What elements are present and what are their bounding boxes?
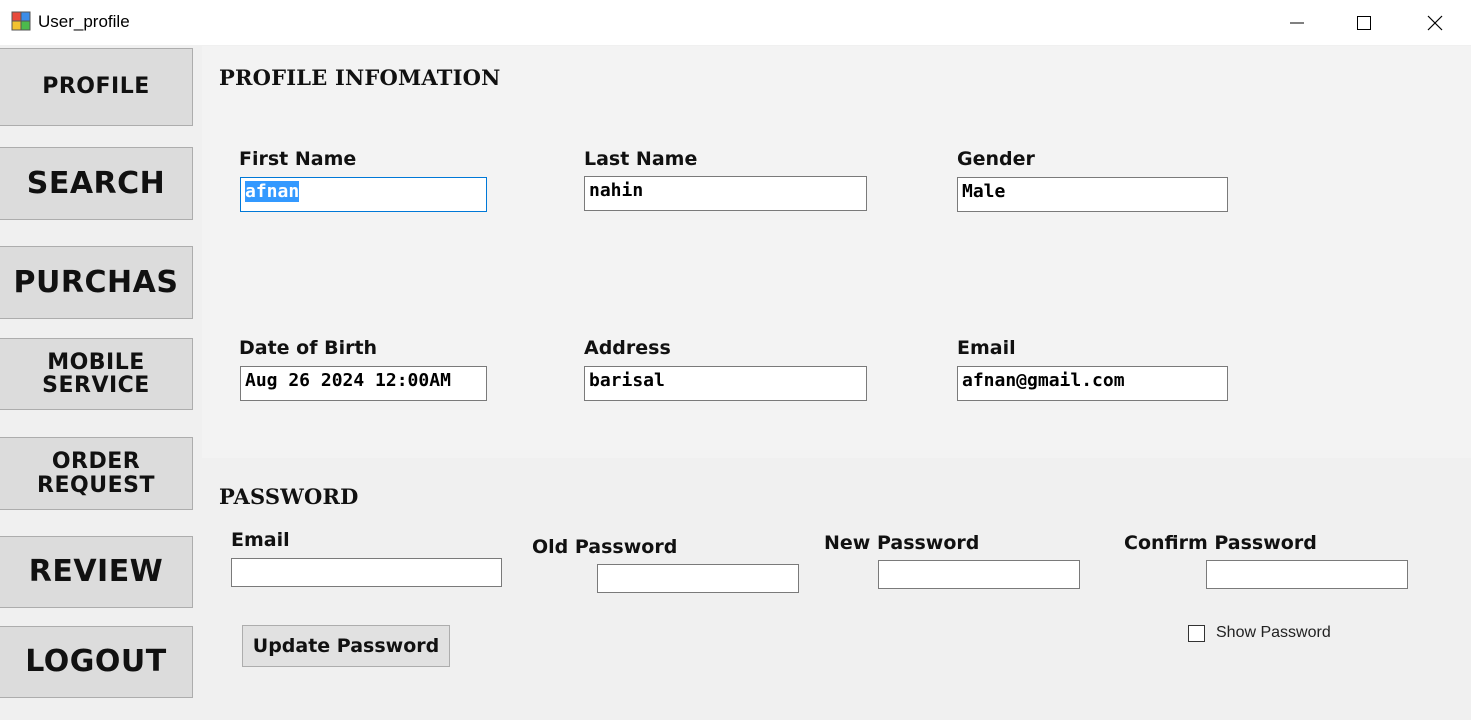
confirm-password-label: Confirm Password: [1124, 532, 1317, 554]
window-title: User_profile: [38, 12, 130, 31]
last-name-label: Last Name: [584, 148, 698, 170]
old-password-label: Old Password: [532, 536, 678, 558]
sidebar-item-label: ORDER: [51, 449, 141, 475]
close-icon: [1427, 15, 1443, 30]
dob-label: Date of Birth: [239, 337, 378, 359]
address-label: Address: [584, 337, 671, 359]
sidebar-item-label: MOBILE: [47, 349, 145, 375]
address-field[interactable]: barisal: [584, 366, 867, 401]
sidebar-item-purchas[interactable]: PURCHAS: [0, 246, 193, 319]
show-password-checkbox[interactable]: [1188, 625, 1205, 642]
sidebar-item-label: SERVICE: [42, 373, 150, 398]
sidebar-item-profile[interactable]: PROFILE: [0, 48, 193, 126]
last-name-field[interactable]: nahin: [584, 176, 867, 211]
profile-section-title: PROFILE INFOMATION: [219, 65, 501, 90]
password-email-label: Email: [231, 529, 290, 551]
password-section-title: PASSWORD: [219, 484, 359, 509]
sidebar-item-mobile-service[interactable]: MOBILE SERVICE: [0, 338, 193, 410]
sidebar-item-label: REQUEST: [37, 472, 155, 498]
email-label: Email: [957, 337, 1016, 359]
minimize-button[interactable]: [1267, 0, 1327, 45]
sidebar-item-label: SEARCH: [26, 165, 166, 201]
first-name-field[interactable]: afnan: [240, 177, 487, 212]
title-bar[interactable]: User_profile: [0, 0, 1471, 45]
gender-field[interactable]: Male: [957, 177, 1228, 212]
maximize-icon: [1357, 15, 1371, 30]
old-password-input[interactable]: [597, 564, 799, 593]
sidebar-item-order-request[interactable]: ORDER REQUEST: [0, 437, 193, 510]
first-name-value: afnan: [245, 181, 300, 202]
show-password-label[interactable]: Show Password: [1216, 624, 1331, 642]
maximize-button[interactable]: [1334, 0, 1394, 45]
new-password-input[interactable]: [878, 560, 1080, 589]
password-email-input[interactable]: [231, 558, 502, 587]
sidebar-item-label: REVIEW: [28, 554, 164, 590]
minimize-icon: [1290, 22, 1304, 23]
sidebar-item-label: PROFILE: [42, 74, 150, 100]
sidebar-item-label: LOGOUT: [25, 644, 167, 680]
email-field[interactable]: afnan@gmail.com: [957, 366, 1228, 401]
dob-field[interactable]: Aug 26 2024 12:00AM: [240, 366, 487, 401]
app-window-icon: [11, 11, 31, 31]
close-button[interactable]: [1405, 0, 1465, 45]
sidebar-item-label: PURCHAS: [13, 264, 179, 300]
first-name-label: First Name: [239, 148, 357, 170]
gender-label: Gender: [957, 148, 1035, 170]
sidebar-item-logout[interactable]: LOGOUT: [0, 626, 193, 698]
new-password-label: New Password: [824, 532, 980, 554]
update-password-button[interactable]: Update Password: [242, 625, 450, 667]
confirm-password-input[interactable]: [1206, 560, 1408, 589]
sidebar-item-search[interactable]: SEARCH: [0, 147, 193, 220]
sidebar-item-review[interactable]: REVIEW: [0, 536, 193, 608]
